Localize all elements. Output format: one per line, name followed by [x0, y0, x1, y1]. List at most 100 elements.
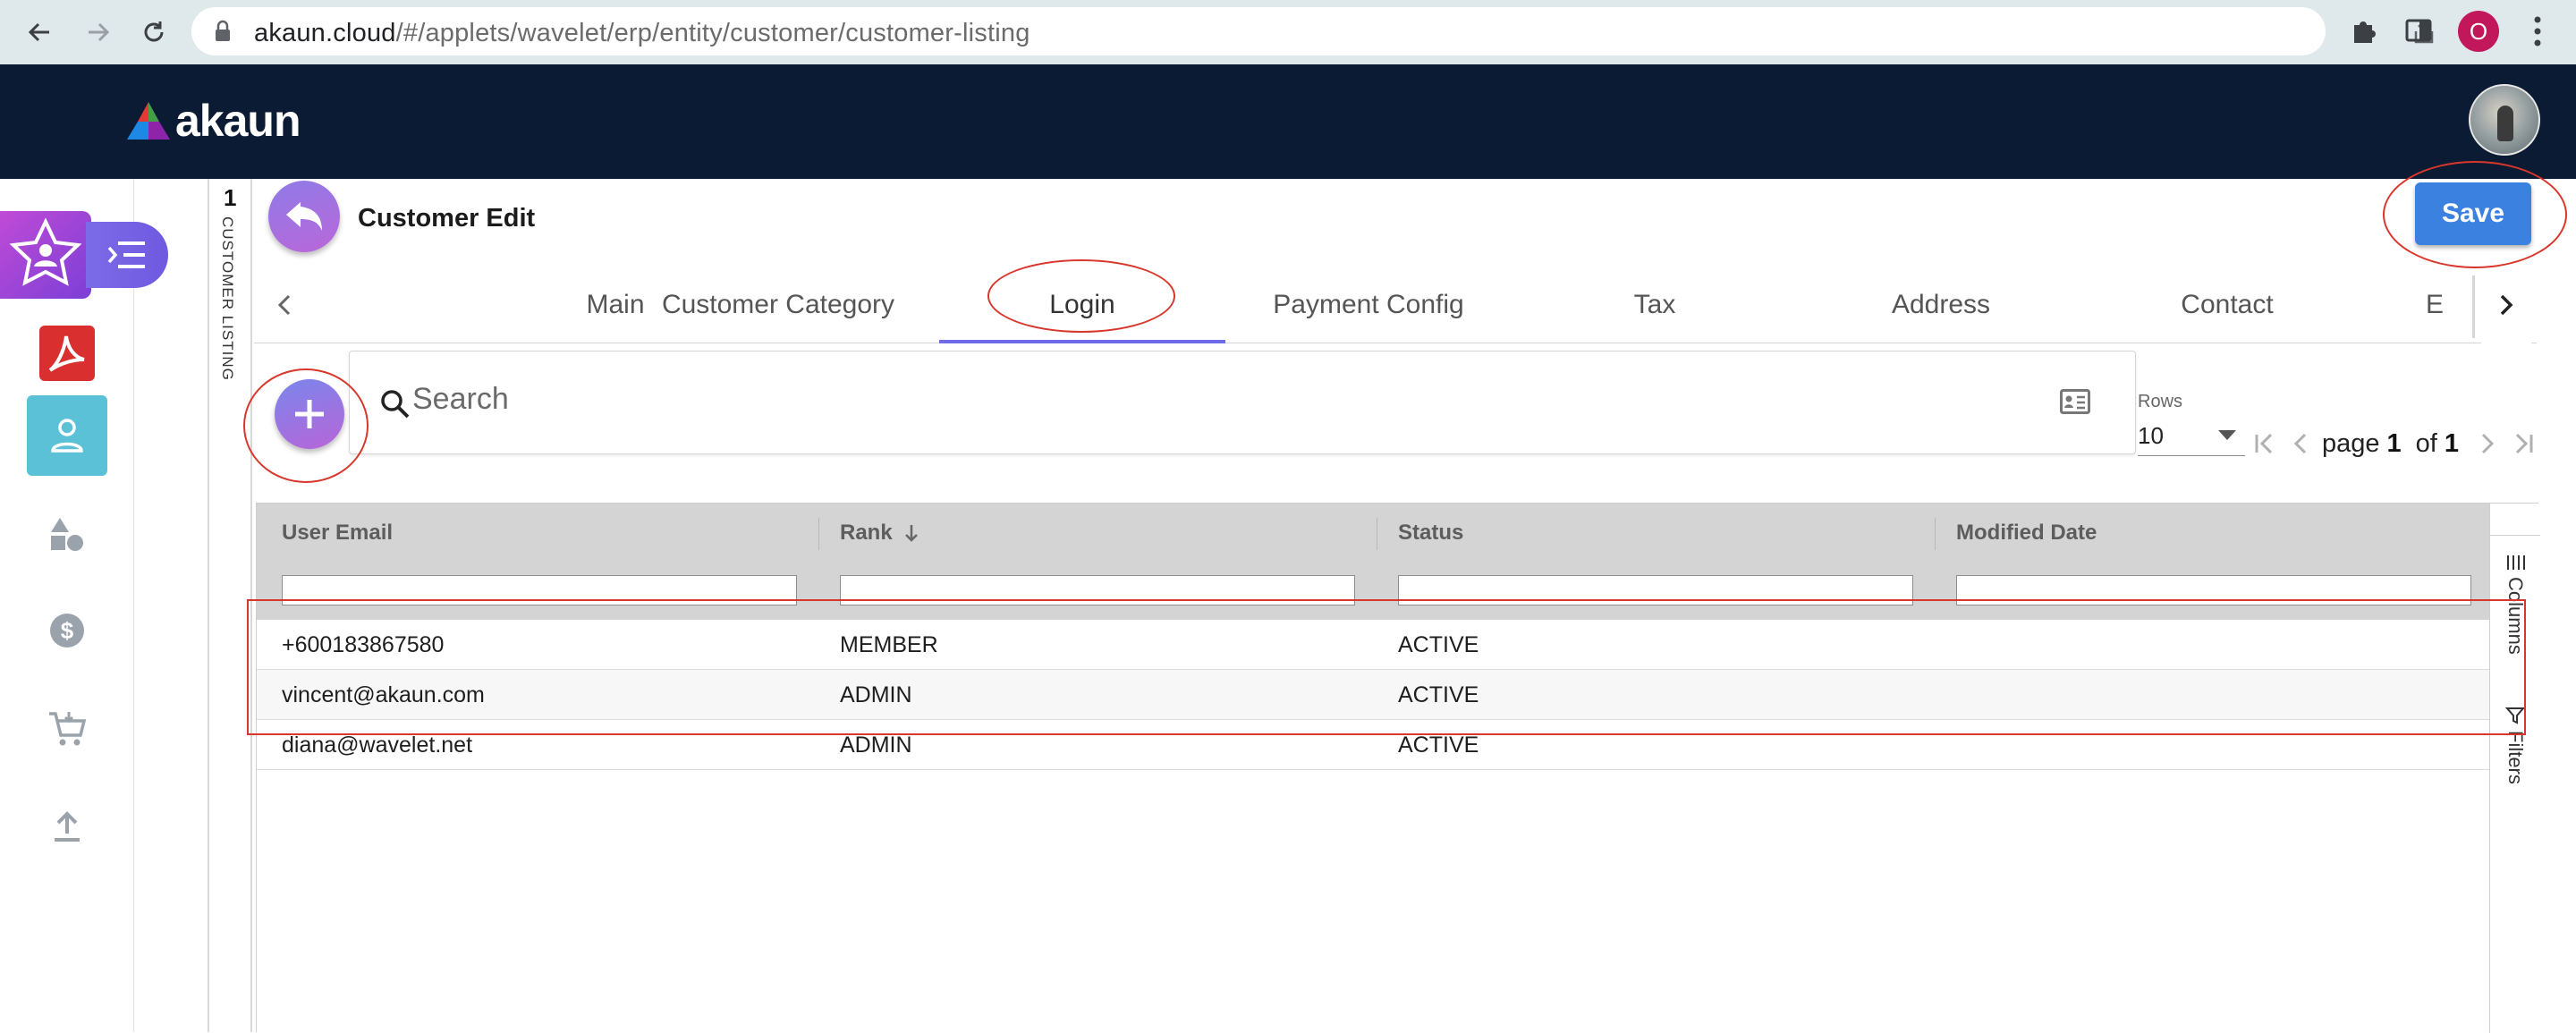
menu-toggle-icon[interactable] — [86, 222, 168, 288]
grid-tool-panel: Columns Filters — [2489, 504, 2540, 1033]
add-login-button[interactable] — [275, 379, 344, 449]
person-icon[interactable] — [27, 395, 107, 476]
login-grid: User Email Rank Status Modified Date +60… — [256, 503, 2540, 1033]
reload-icon[interactable] — [134, 13, 174, 52]
cell-status: ACTIVE — [1398, 732, 1479, 758]
back-button[interactable] — [268, 181, 340, 252]
url-text: akaun.cloud/#/applets/wavelet/erp/entity… — [254, 19, 1030, 47]
column-header-rank-label: Rank — [840, 521, 893, 545]
cell-user-email: diana@wavelet.net — [282, 732, 473, 758]
table-row[interactable]: diana@wavelet.net ADMIN ACTIVE — [257, 720, 2489, 770]
applet-star-icon[interactable] — [0, 211, 91, 299]
back-arrow-icon[interactable] — [20, 13, 59, 52]
filter-user-email[interactable] — [282, 575, 797, 605]
browser-menu-icon[interactable] — [2533, 14, 2542, 53]
akaun-logo[interactable]: akaun — [125, 95, 301, 147]
dropdown-caret-icon — [2218, 429, 2236, 445]
column-header-rank[interactable]: Rank — [840, 504, 919, 563]
cart-icon[interactable] — [27, 689, 107, 769]
tab-partial[interactable]: E — [2426, 267, 2479, 343]
logo-text: akaun — [175, 96, 301, 146]
user-avatar[interactable] — [2469, 84, 2540, 156]
akaun-logo-icon — [127, 102, 170, 140]
shapes-icon[interactable] — [27, 494, 107, 574]
columns-panel-button[interactable]: Columns — [2490, 554, 2540, 655]
cell-user-email: +600183867580 — [282, 631, 445, 657]
table-row[interactable]: +600183867580 MEMBER ACTIVE — [257, 620, 2489, 670]
pagination: page 1 of 1 — [2247, 426, 2541, 461]
tab-scroll-left-icon[interactable] — [259, 267, 309, 343]
tab-divider — [2472, 275, 2475, 338]
filter-rank[interactable] — [840, 575, 1355, 605]
rows-per-page-value: 10 — [2138, 422, 2164, 449]
app-header: akaun — [0, 64, 2576, 179]
id-card-icon[interactable] — [2060, 389, 2090, 419]
search-bar — [349, 351, 2136, 454]
browser-toolbar: akaun.cloud/#/applets/wavelet/erp/entity… — [0, 0, 2576, 64]
extensions-puzzle-icon[interactable] — [2349, 16, 2377, 49]
prev-page-icon[interactable] — [2283, 426, 2318, 461]
tab-bar: Main Customer Category Login Payment Con… — [254, 267, 2537, 343]
tab-login[interactable]: Login — [939, 267, 1225, 343]
save-button[interactable]: Save — [2415, 182, 2531, 245]
side-panel-icon[interactable] — [2404, 16, 2433, 49]
lock-icon — [213, 20, 233, 47]
of-word: of — [2415, 428, 2437, 458]
tab-contact[interactable]: Contact — [2084, 267, 2370, 343]
filter-funnel-icon — [2505, 707, 2525, 724]
rows-per-page-select[interactable]: 10 — [2138, 417, 2245, 456]
strip-number: 1 — [224, 184, 237, 211]
column-divider[interactable] — [1935, 518, 1936, 550]
strip-label: CUSTOMER LISTING — [219, 216, 236, 381]
grid-header: User Email Rank Status Modified Date — [257, 504, 2489, 620]
applet-badge — [0, 211, 168, 299]
table-row[interactable]: vincent@akaun.com ADMIN ACTIVE — [257, 670, 2489, 720]
tab-address[interactable]: Address — [1798, 267, 2084, 343]
column-header-modified-date[interactable]: Modified Date — [1956, 504, 2097, 563]
last-page-icon[interactable] — [2505, 426, 2541, 461]
forward-arrow-icon[interactable] — [79, 13, 118, 52]
search-input[interactable] — [412, 377, 1933, 421]
columns-icon — [2507, 555, 2525, 570]
filters-label: Filters — [2504, 731, 2527, 784]
sort-descending-icon — [904, 525, 918, 542]
pdf-icon[interactable] — [27, 313, 107, 394]
dollar-icon[interactable]: $ — [27, 590, 107, 671]
column-header-user-email[interactable]: User Email — [282, 504, 393, 563]
total-pages: 1 — [2444, 428, 2459, 458]
listing-strip[interactable]: 1 CUSTOMER LISTING — [208, 179, 252, 1032]
filter-modified-date[interactable] — [1956, 575, 2471, 605]
tab-tax[interactable]: Tax — [1512, 267, 1798, 343]
column-header-status[interactable]: Status — [1398, 504, 1463, 563]
address-bar[interactable]: akaun.cloud/#/applets/wavelet/erp/entity… — [191, 7, 2495, 55]
cell-rank: ADMIN — [840, 682, 912, 707]
current-page: 1 — [2386, 428, 2402, 458]
next-page-icon[interactable] — [2470, 426, 2505, 461]
active-tab-indicator — [939, 340, 1225, 343]
svg-text:$: $ — [61, 617, 74, 644]
reply-arrow-icon — [286, 202, 322, 231]
tab-scroll-right-icon[interactable] — [2481, 267, 2531, 343]
filter-status[interactable] — [1398, 575, 1913, 605]
plus-icon — [295, 400, 324, 428]
first-page-icon[interactable] — [2247, 426, 2283, 461]
main-content: Customer Edit Save Main Customer Categor… — [254, 179, 2576, 1033]
page-word: page — [2322, 428, 2380, 458]
page-title: Customer Edit — [358, 204, 536, 233]
tool-panel-header — [2490, 504, 2540, 536]
sidebar: $ — [0, 179, 168, 1032]
cell-user-email: vincent@akaun.com — [282, 682, 485, 707]
cell-status: ACTIVE — [1398, 631, 1479, 657]
rows-label: Rows — [2138, 392, 2183, 411]
cell-status: ACTIVE — [1398, 682, 1479, 707]
column-divider[interactable] — [818, 518, 819, 550]
filters-panel-button[interactable]: Filters — [2490, 706, 2540, 784]
tab-payment-config[interactable]: Payment Config — [1225, 267, 1512, 343]
tab-customer-category[interactable]: Customer Category — [635, 267, 921, 343]
cell-rank: MEMBER — [840, 631, 938, 657]
profile-avatar[interactable]: O — [2458, 11, 2499, 52]
upload-icon[interactable] — [27, 787, 107, 868]
columns-label: Columns — [2504, 577, 2527, 655]
search-icon — [380, 389, 411, 424]
cell-rank: ADMIN — [840, 732, 912, 758]
